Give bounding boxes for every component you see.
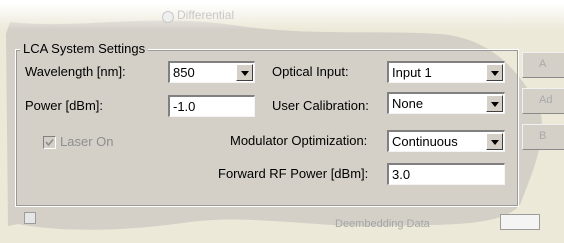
optical-input-combobox[interactable]: Input 1: [387, 61, 505, 83]
forward-rf-power-value: 3.0: [392, 167, 411, 182]
stage: Differential LCA System Settings Wavelen…: [0, 0, 564, 243]
modulator-optimization-dropdown-button[interactable]: [486, 133, 503, 150]
forward-rf-power-input[interactable]: 3.0: [387, 163, 505, 185]
bottom-checkbox[interactable]: [24, 212, 36, 224]
deembedding-field[interactable]: [500, 214, 540, 230]
wavelength-label: Wavelength [nm]:: [25, 64, 126, 79]
user-calibration-dropdown-button[interactable]: [486, 95, 503, 112]
side-button-ad-label: Ad: [539, 94, 553, 106]
modulator-optimization-label: Modulator Optimization:: [230, 133, 368, 148]
user-calibration-value: None: [392, 96, 424, 111]
side-button-b-label: B: [539, 130, 547, 142]
power-value: -1.0: [173, 99, 196, 114]
forward-rf-power-label: Forward RF Power [dBm]:: [218, 166, 369, 181]
power-input[interactable]: -1.0: [168, 95, 255, 117]
side-button-a[interactable]: A: [522, 52, 564, 78]
optical-input-dropdown-button[interactable]: [486, 64, 503, 81]
wavelength-combobox[interactable]: 850: [168, 61, 255, 83]
side-button-ad[interactable]: Ad: [522, 88, 564, 114]
check-icon: [45, 138, 54, 147]
optical-input-label: Optical Input:: [272, 64, 349, 79]
wavelength-dropdown-button[interactable]: [236, 64, 253, 81]
wavelength-value: 850: [173, 65, 195, 80]
modulator-optimization-value: Continuous: [392, 134, 458, 149]
optical-input-value: Input 1: [392, 65, 432, 80]
laser-on-checkbox[interactable]: [43, 136, 56, 149]
group-title: LCA System Settings: [20, 41, 149, 56]
side-button-a-label: A: [539, 58, 547, 70]
top-fade: [0, 0, 564, 30]
side-button-b[interactable]: B: [522, 124, 564, 150]
laser-on-label: Laser On: [60, 134, 114, 149]
power-label: Power [dBm]:: [25, 98, 104, 113]
user-calibration-combobox[interactable]: None: [387, 92, 505, 114]
user-calibration-label: User Calibration:: [272, 98, 369, 113]
differential-label: Differential: [177, 8, 235, 22]
modulator-optimization-combobox[interactable]: Continuous: [387, 130, 505, 152]
deembedding-data-label: Deembedding Data: [335, 218, 430, 230]
differential-radio[interactable]: [162, 11, 174, 23]
